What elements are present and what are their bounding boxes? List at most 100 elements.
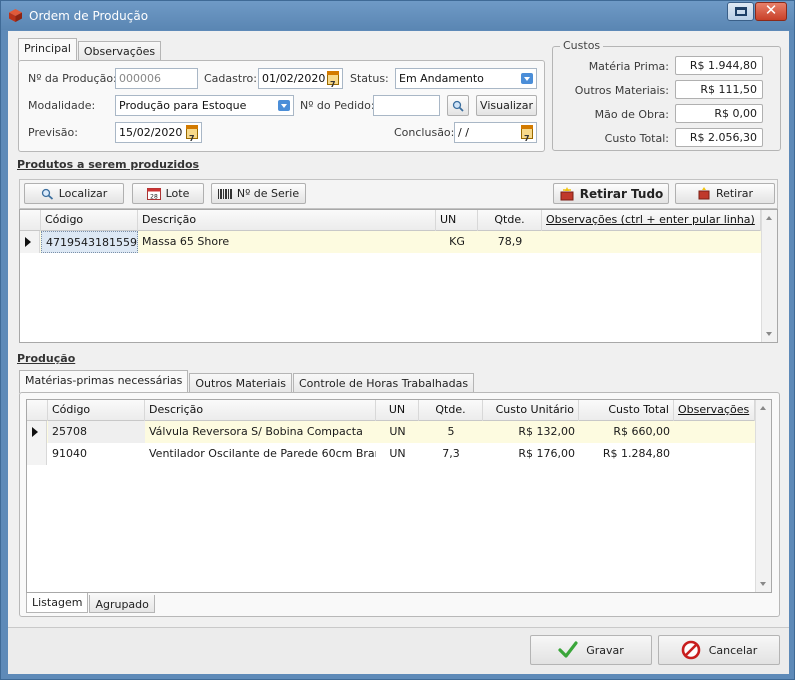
cell-codigo[interactable]: 25708	[48, 421, 145, 443]
cell-descricao[interactable]: Válvula Reversora S/ Bobina Compacta	[145, 421, 376, 443]
calendar-icon[interactable]: 7	[327, 71, 339, 89]
cell-un[interactable]: UN	[376, 443, 419, 465]
form-tabs: Principal Observações	[18, 38, 162, 61]
current-row-icon	[32, 427, 38, 437]
tab-outros-materiais[interactable]: Outros Materiais	[189, 373, 292, 393]
table-row[interactable]: 4719543181559 Massa 65 Shore KG 78,9	[20, 231, 761, 253]
svg-text:28: 28	[150, 193, 158, 200]
tab-controle-horas[interactable]: Controle de Horas Trabalhadas	[293, 373, 475, 393]
calendar-icon[interactable]: 7	[186, 125, 198, 143]
column-header[interactable]: Observações (ctrl + enter pular linha)	[542, 210, 761, 231]
cell-observacoes[interactable]	[674, 443, 755, 465]
close-button[interactable]: ✕	[755, 1, 787, 21]
lote-button[interactable]: 28 Lote	[132, 183, 204, 204]
column-header[interactable]: Código	[48, 400, 145, 421]
retirar-button[interactable]: Retirar	[675, 183, 775, 204]
cell-custo-total[interactable]: R$ 660,00	[579, 421, 674, 443]
conclusao-label: Conclusão:	[394, 126, 455, 139]
cell-qtde[interactable]: 78,9	[478, 231, 542, 253]
cell-descricao[interactable]: Massa 65 Shore	[138, 231, 436, 253]
status-select[interactable]: Em Andamento	[395, 68, 537, 89]
custos-title: Custos	[560, 39, 604, 52]
close-icon: ✕	[764, 1, 778, 19]
tab-materias-primas[interactable]: Matérias-primas necessárias	[19, 370, 189, 393]
gravar-button[interactable]: Gravar	[530, 635, 652, 665]
materia-prima-value: R$ 1.944,80	[675, 56, 763, 75]
conclusao-date-field[interactable]: / / 7	[454, 122, 537, 143]
outros-materiais-label: Outros Materiais:	[574, 84, 669, 97]
column-header[interactable]: Código	[41, 210, 138, 231]
mao-obra-value: R$ 0,00	[675, 104, 763, 123]
cadastro-label: Cadastro:	[204, 72, 257, 85]
row-indicator	[20, 231, 40, 253]
materia-prima-label: Matéria Prima:	[588, 60, 669, 73]
cell-un[interactable]: KG	[436, 231, 478, 253]
cell-custo-total[interactable]: R$ 1.284,80	[579, 443, 674, 465]
column-header[interactable]: UN	[436, 210, 478, 231]
scroll-down-icon[interactable]	[760, 582, 766, 586]
current-row-icon	[25, 237, 31, 247]
column-header[interactable]: Observações	[674, 400, 755, 421]
producao-label: Nº da Produção:	[28, 72, 117, 85]
cell-codigo[interactable]: 4719543181559	[41, 231, 138, 253]
remove-all-icon	[560, 186, 574, 200]
cell-qtde[interactable]: 7,3	[419, 443, 483, 465]
calendar-icon: 28	[146, 187, 161, 200]
table-row[interactable]: 91040 Ventilador Oscilante de Parede 60c…	[27, 443, 755, 465]
tab-observacoes[interactable]: Observações	[77, 41, 162, 61]
cell-observacoes[interactable]	[542, 231, 761, 253]
modalidade-label: Modalidade:	[28, 99, 96, 112]
cell-custo-unitario[interactable]: R$ 176,00	[483, 443, 579, 465]
search-icon	[452, 100, 464, 112]
footer-bar: Gravar Cancelar	[8, 627, 789, 674]
cancelar-button[interactable]: Cancelar	[658, 635, 780, 665]
materias-primas-grid: Código Descrição UN Qtde. Custo Unitário…	[26, 399, 772, 593]
vertical-scrollbar[interactable]	[755, 400, 771, 592]
column-header[interactable]: Custo Unitário	[483, 400, 579, 421]
cell-observacoes[interactable]	[674, 421, 755, 443]
pedido-label: Nº do Pedido:	[300, 99, 375, 112]
vertical-scrollbar[interactable]	[761, 210, 777, 342]
retirar-tudo-button[interactable]: Retirar Tudo	[553, 183, 669, 204]
scroll-up-icon[interactable]	[760, 406, 766, 410]
localizar-button[interactable]: Localizar	[24, 183, 124, 204]
cell-descricao[interactable]: Ventilador Oscilante de Parede 60cm Bran…	[145, 443, 376, 465]
visualizar-button[interactable]: Visualizar	[476, 95, 537, 116]
custos-group: Custos Matéria Prima: R$ 1.944,80 Outros…	[552, 39, 781, 151]
column-header[interactable]: Descrição	[138, 210, 436, 231]
column-header[interactable]: Descrição	[145, 400, 376, 421]
checkmark-icon	[558, 641, 578, 658]
tab-principal[interactable]: Principal	[18, 38, 77, 61]
table-row[interactable]: 25708 Válvula Reversora S/ Bobina Compac…	[27, 421, 755, 443]
scroll-up-icon[interactable]	[766, 216, 772, 220]
pedido-field[interactable]	[373, 95, 440, 116]
serie-button[interactable]: Nº de Serie	[211, 183, 306, 204]
calendar-icon[interactable]: 7	[521, 125, 533, 143]
cadastro-date-field[interactable]: 01/02/2020 7	[258, 68, 343, 89]
row-indicator	[27, 421, 47, 443]
view-tabs: Listagem Agrupado	[26, 593, 156, 613]
chevron-down-icon	[278, 100, 290, 111]
search-pedido-button[interactable]	[447, 95, 469, 116]
remove-icon	[698, 187, 710, 200]
produtos-grid: Código Descrição UN Qtde. Observações (c…	[19, 209, 778, 343]
custo-total-label: Custo Total:	[604, 132, 669, 145]
column-header[interactable]: Qtde.	[478, 210, 542, 231]
cell-custo-unitario[interactable]: R$ 132,00	[483, 421, 579, 443]
column-header[interactable]: Custo Total	[579, 400, 674, 421]
tab-agrupado[interactable]: Agrupado	[89, 595, 155, 613]
produtos-section-title: Produtos a serem produzidos	[17, 158, 200, 171]
column-header[interactable]: Qtde.	[419, 400, 483, 421]
scroll-down-icon[interactable]	[766, 332, 772, 336]
cell-un[interactable]: UN	[376, 421, 419, 443]
tab-listagem[interactable]: Listagem	[26, 593, 89, 613]
column-header[interactable]: UN	[376, 400, 419, 421]
previsao-label: Previsão:	[28, 126, 78, 139]
previsao-date-field[interactable]: 15/02/2020 7	[115, 122, 202, 143]
producao-number-field[interactable]: 000006	[115, 68, 198, 89]
cell-codigo[interactable]: 91040	[48, 443, 145, 465]
modalidade-select[interactable]: Produção para Estoque	[115, 95, 294, 116]
maximize-button[interactable]	[727, 2, 754, 21]
producao-section-title: Produção	[17, 352, 76, 365]
cell-qtde[interactable]: 5	[419, 421, 483, 443]
